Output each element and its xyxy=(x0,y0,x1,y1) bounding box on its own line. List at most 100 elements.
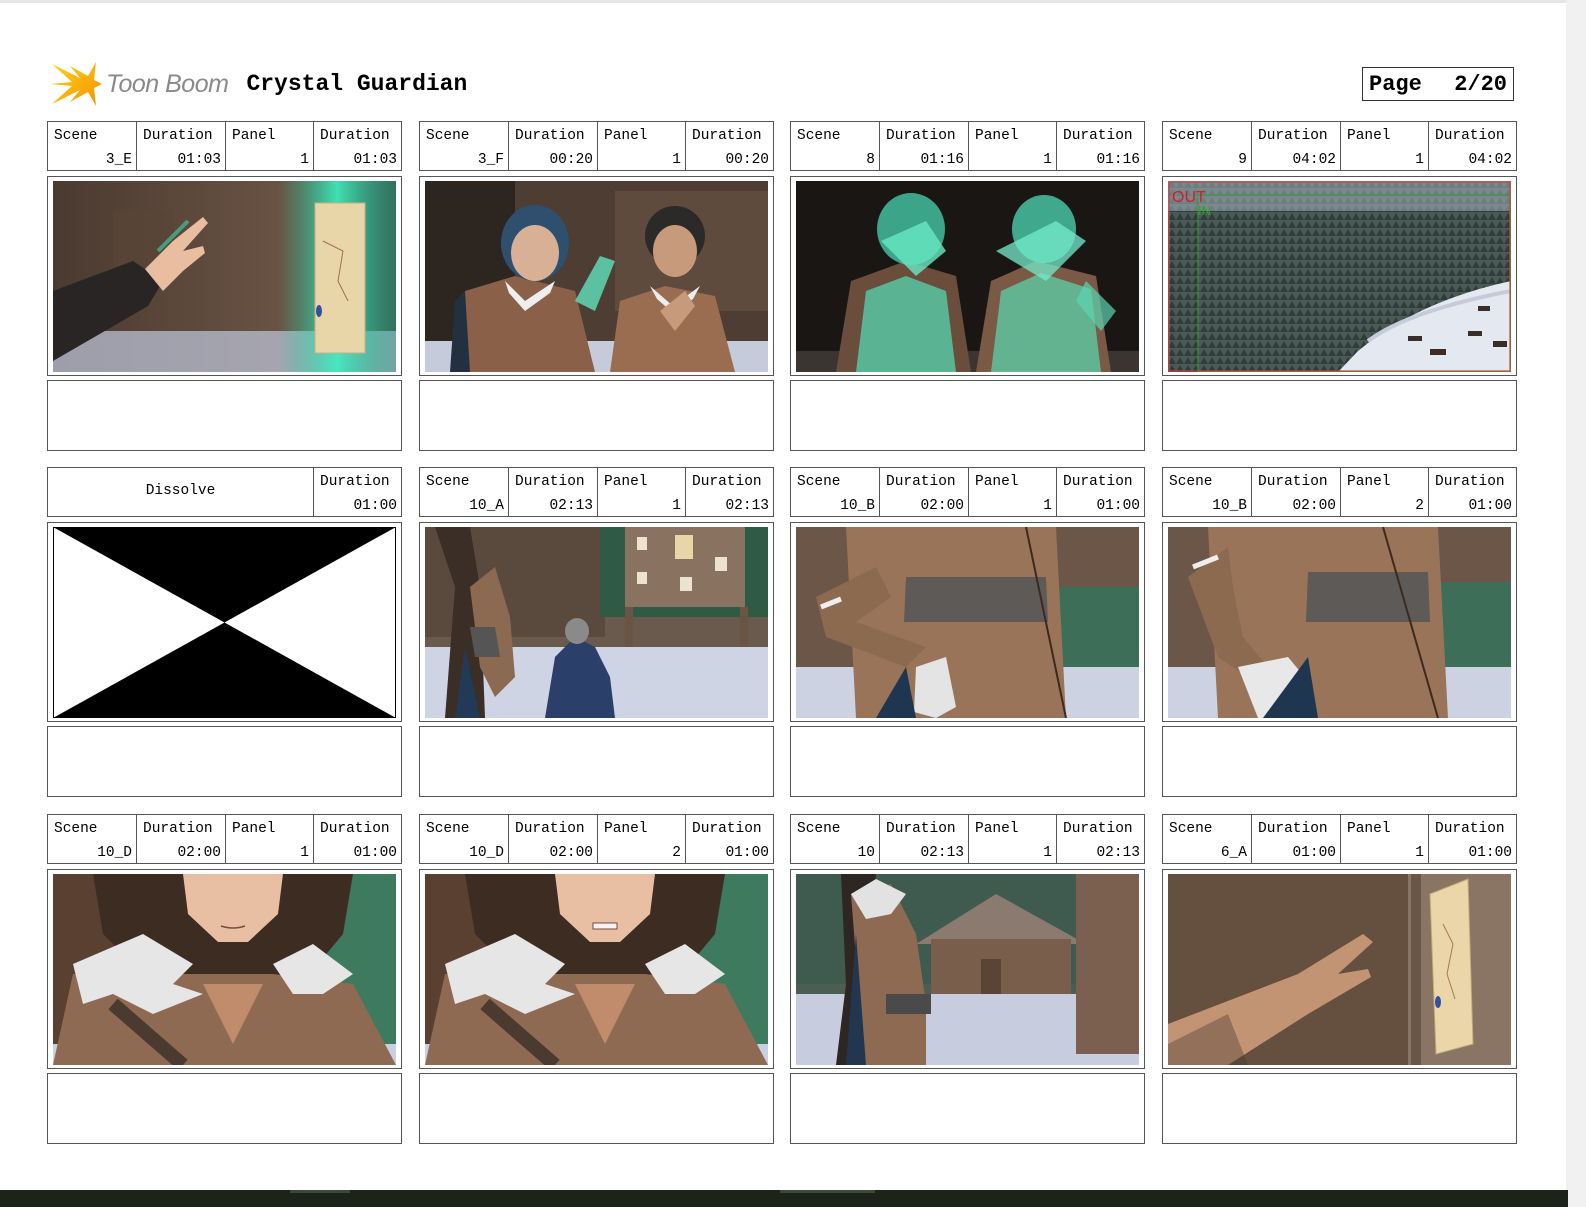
panel-value: 1 xyxy=(672,498,681,514)
header-column: Duration 01:03 xyxy=(313,122,401,170)
header-column: Duration 00:20 xyxy=(508,122,597,170)
panel-duration-value: 04:02 xyxy=(1468,152,1512,168)
panel-header: Scene 10_B Duration 02:00 Panel 1 Duration 0… xyxy=(790,467,1145,517)
scene-duration-value: 00:20 xyxy=(549,152,593,168)
header-column: Panel 1 xyxy=(968,122,1056,170)
header-label: Panel xyxy=(1347,474,1391,490)
panel-notes[interactable] xyxy=(419,380,774,451)
viewer-bottom-bar xyxy=(0,1190,1568,1207)
panel-header: Scene 3_F Duration 00:20 Panel 1 Duration 00… xyxy=(419,121,774,171)
scene-duration-value: 01:00 xyxy=(1292,845,1336,861)
panel-value: 1 xyxy=(672,152,681,168)
scene-duration-value: 02:13 xyxy=(549,498,593,514)
panel-notes[interactable] xyxy=(419,1073,774,1144)
header-label: Duration xyxy=(886,821,956,837)
header-column: Scene 6_A xyxy=(1163,815,1251,863)
header-column: Duration 01:00 xyxy=(1428,815,1516,863)
torso-pulling-fur-pouch-image xyxy=(1168,527,1511,718)
scene-value: 8 xyxy=(866,152,875,168)
header-label: Scene xyxy=(1169,474,1213,490)
header-label: Panel xyxy=(232,821,276,837)
dissolve-transition-icon xyxy=(53,527,396,718)
header-column: Scene 10 xyxy=(791,815,879,863)
header-column: Duration 02:00 xyxy=(136,815,225,863)
transition-duration-value: 01:00 xyxy=(353,498,397,514)
header-column: Scene 10_B xyxy=(791,468,879,516)
header-label: Scene xyxy=(426,128,470,144)
panel-image-frame xyxy=(1162,522,1517,722)
panel-value: 2 xyxy=(1415,498,1424,514)
panel-notes[interactable] xyxy=(419,726,774,797)
header-column: Scene 8 xyxy=(791,122,879,170)
header-label: Duration xyxy=(692,474,762,490)
header-column: Duration 02:13 xyxy=(508,468,597,516)
torso-hand-on-fur-pouch-image xyxy=(796,527,1139,718)
project-title: Crystal Guardian xyxy=(246,71,468,97)
header-label: Duration xyxy=(515,474,585,490)
header-label: Duration xyxy=(886,474,956,490)
panel-image-frame: OUT IN xyxy=(1162,176,1517,376)
header-label: Panel xyxy=(232,128,276,144)
starburst-icon xyxy=(50,62,102,106)
panel-notes[interactable] xyxy=(790,380,1145,451)
panel-image-frame xyxy=(47,522,402,722)
camera-in-mark: IN xyxy=(1198,203,1211,218)
header-label: Panel xyxy=(604,128,648,144)
header-label: Duration xyxy=(692,821,762,837)
panel-notes[interactable] xyxy=(47,1073,402,1144)
header-column: Duration 02:00 xyxy=(508,815,597,863)
panel-value: 1 xyxy=(1043,845,1052,861)
header-label: Duration xyxy=(1435,128,1505,144)
header-column: Duration 01:00 xyxy=(1428,468,1516,516)
panel-duration-value: 01:16 xyxy=(1096,152,1140,168)
panel-header: Scene 10_D Duration 02:00 Panel 2 Duration 0… xyxy=(419,814,774,864)
header-column: Dissolve xyxy=(48,468,313,516)
panel-duration-value: 02:13 xyxy=(1096,845,1140,861)
header-label: Scene xyxy=(54,128,98,144)
header-label: Duration xyxy=(320,474,390,490)
panel-notes[interactable] xyxy=(47,380,402,451)
panel-notes[interactable] xyxy=(790,726,1145,797)
header-column: Duration 01:16 xyxy=(879,122,968,170)
header-label: Scene xyxy=(426,821,470,837)
panel-header: Scene 10_B Duration 02:00 Panel 2 Duration 0… xyxy=(1162,467,1517,517)
panel-value: 1 xyxy=(300,845,309,861)
panel-header: Scene 10 Duration 02:13 Panel 1 Duration 02:… xyxy=(790,814,1145,864)
scene-duration-value: 02:00 xyxy=(1292,498,1336,514)
header-label: Duration xyxy=(143,821,213,837)
scene-value: 10_B xyxy=(1212,498,1247,514)
panel-value: 1 xyxy=(1043,498,1052,514)
panel-notes[interactable] xyxy=(1162,380,1517,451)
header-column: Duration 02:00 xyxy=(879,468,968,516)
header-column: Scene 9 xyxy=(1163,122,1251,170)
header-column: Duration 01:00 xyxy=(1251,815,1340,863)
top-border xyxy=(0,0,1568,3)
scene-duration-value: 01:16 xyxy=(920,152,964,168)
panel-notes[interactable] xyxy=(47,726,402,797)
panel-notes[interactable] xyxy=(1162,726,1517,797)
page-label: Page xyxy=(1369,71,1422,97)
hand-reaching-glowing-map-image xyxy=(53,181,396,372)
header-label: Panel xyxy=(1347,128,1391,144)
header-label: Scene xyxy=(797,821,841,837)
scene-duration-value: 01:03 xyxy=(177,152,221,168)
scene-duration-value: 02:00 xyxy=(920,498,964,514)
header-label: Panel xyxy=(975,821,1019,837)
toon-boom-logo: Toon Boom Crystal Guardian xyxy=(50,58,467,110)
panel-notes[interactable] xyxy=(1162,1073,1517,1144)
girl-face-closeup-calm-image xyxy=(53,874,396,1065)
header-column: Duration 02:13 xyxy=(879,815,968,863)
panel-header: Scene 9 Duration 04:02 Panel 1 Duration 04:0… xyxy=(1162,121,1517,171)
header-label: Duration xyxy=(1258,821,1328,837)
header-column: Panel 2 xyxy=(597,815,685,863)
panel-header: Scene 8 Duration 01:16 Panel 1 Duration 01:1… xyxy=(790,121,1145,171)
header-label: Panel xyxy=(1347,821,1391,837)
page-indicator: Page 2/20 xyxy=(1362,67,1514,101)
panel-notes[interactable] xyxy=(790,1073,1145,1144)
header-label: Duration xyxy=(1063,821,1133,837)
header-column: Duration 01:00 xyxy=(313,815,401,863)
header-column: Duration 01:00 xyxy=(685,815,773,863)
header-label: Scene xyxy=(426,474,470,490)
header-label: Panel xyxy=(975,128,1019,144)
panel-value: 1 xyxy=(300,152,309,168)
